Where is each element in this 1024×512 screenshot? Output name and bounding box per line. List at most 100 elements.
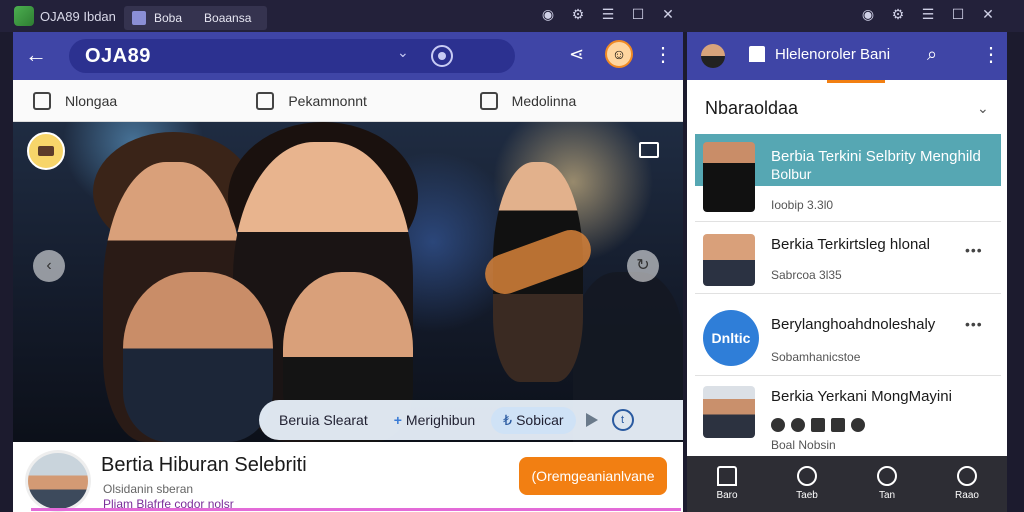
- pin-icon: [957, 466, 977, 486]
- menu-icon[interactable]: ☰: [600, 6, 616, 23]
- person-icon[interactable]: [771, 418, 785, 432]
- clock-icon: [797, 466, 817, 486]
- bottom-nav-item-0[interactable]: Baro: [687, 456, 767, 512]
- cast-icon[interactable]: [639, 142, 659, 158]
- maximize-icon[interactable]: ☐: [630, 6, 646, 23]
- chat-icon: [877, 466, 897, 486]
- home-icon[interactable]: [749, 46, 765, 62]
- menu-icon[interactable]: ☰: [920, 6, 936, 23]
- channel-badge-icon[interactable]: [27, 132, 65, 170]
- chip-0[interactable]: Beruia Slearat: [279, 412, 368, 428]
- section-heading[interactable]: Nbaraoldaa: [705, 98, 798, 119]
- tab-label: Boba: [154, 11, 183, 25]
- circle-icon[interactable]: [851, 418, 865, 432]
- card-title: Berkia Yerkani MongMayini: [771, 388, 952, 405]
- card-title-line2: Bolbur: [771, 166, 812, 182]
- more-dots-icon[interactable]: •••: [965, 242, 983, 258]
- search-icon[interactable]: ⌕: [927, 44, 937, 65]
- next-slide-button[interactable]: ↻: [627, 250, 659, 282]
- nav-item-label: Pekamnonnt: [288, 92, 367, 109]
- share-icon[interactable]: ⋖: [569, 44, 584, 65]
- tab-sublabel: Boaansa: [204, 11, 252, 25]
- nav-item-1[interactable]: Pekamnonnt: [236, 80, 459, 121]
- article-title[interactable]: Bertia Hiburan Selebriti: [101, 454, 307, 477]
- card-title: Berbia Terkini Selbrity Menghild: [771, 148, 981, 165]
- app-logo-icon: [14, 6, 34, 26]
- article-subtitle: Olsidanin sberan: [103, 482, 194, 496]
- nav-item-0[interactable]: Nlongaa: [13, 80, 236, 121]
- more-dots-icon[interactable]: •••: [965, 316, 983, 332]
- bottom-nav-item-3[interactable]: Raao: [927, 456, 1007, 512]
- close-icon[interactable]: ✕: [980, 6, 996, 23]
- settings-icon[interactable]: ⚙: [570, 6, 586, 23]
- news-card[interactable]: Berbia Terkini Selbrity Menghild Bolbur …: [695, 134, 1001, 222]
- card-title: Berkia Terkirtsleg hlonal: [771, 236, 930, 253]
- man-foreground: [123, 272, 273, 442]
- left-app-header: ← OJA89 ⌄ ⋖ ☺ ⋮: [13, 32, 683, 80]
- header-title: OJA89: [85, 44, 151, 67]
- emoji-avatar-icon[interactable]: ☺: [605, 40, 633, 68]
- bookmark-icon: [33, 91, 51, 110]
- subscribe-button[interactable]: (Oremgeanianlvane: [519, 457, 667, 495]
- bottom-nav-item-2[interactable]: Tan: [847, 456, 927, 512]
- app-title: OJA89 Ibdan: [14, 6, 116, 26]
- author-avatar[interactable]: [25, 450, 91, 512]
- card-subtitle: Sabrcoa 3l35: [771, 268, 842, 282]
- square-icon[interactable]: [831, 418, 845, 432]
- square-icon[interactable]: [811, 418, 825, 432]
- tab-favicon-icon: [132, 11, 146, 25]
- right-app-header: Hlelenoroler Bani ⌕ ⋮: [687, 32, 1007, 80]
- news-card[interactable]: Dnltic Berylanghoahdnoleshaly Sobamhanic…: [695, 302, 1001, 376]
- chevron-down-icon[interactable]: ⌄: [397, 44, 409, 61]
- settings-icon[interactable]: ⚙: [890, 6, 906, 23]
- article-info-bar: Bertia Hiburan Selebriti Olsidanin sbera…: [13, 442, 683, 512]
- right-window-controls: ◉ ⚙ ☰ ☐ ✕: [860, 6, 996, 23]
- news-card[interactable]: Berkia Terkirtsleg hlonal Sabrcoa 3l35 •…: [695, 228, 1001, 294]
- more-options-icon[interactable]: ⋮: [653, 42, 673, 67]
- app-name: OJA89 Ibdan: [40, 8, 116, 24]
- user-avatar[interactable]: [701, 44, 725, 68]
- left-window-controls: ◉ ⚙ ☰ ☐ ✕: [540, 6, 676, 23]
- chip-label: Merighibun: [405, 412, 476, 428]
- pen-icon: [256, 91, 275, 110]
- chip-bar: Beruia Slearat + Merighibun ₺ Sobicar t: [259, 400, 683, 440]
- back-arrow-icon[interactable]: ←: [25, 42, 47, 68]
- mic-icon: ₺: [503, 411, 513, 428]
- card-subtitle: Ioobip 3.3l0: [771, 198, 834, 212]
- more-options-icon[interactable]: ⋮: [981, 42, 1001, 67]
- card-title: Berylanghoahdnoleshaly: [771, 316, 936, 333]
- chevron-down-icon[interactable]: ⌄: [977, 100, 989, 117]
- card-logo-thumbnail: Dnltic: [703, 310, 759, 366]
- card-subtitle: Sobamhanicstoe: [771, 350, 861, 364]
- news-card[interactable]: Berkia Yerkani MongMayini Boal Nobsin: [695, 382, 1001, 458]
- browser-tab[interactable]: Boba Boaansa: [124, 6, 267, 30]
- frame-icon: [479, 91, 498, 110]
- chip-label: Sobicar: [516, 411, 564, 428]
- bottom-nav-label: Tan: [878, 490, 896, 501]
- badge-circle-icon[interactable]: t: [611, 409, 634, 431]
- bottom-nav-item-1[interactable]: Taeb: [767, 456, 847, 512]
- play-triangle-icon[interactable]: [585, 413, 598, 427]
- bottom-nav-label: Baro: [716, 490, 738, 501]
- left-nav-bar: Nlongaa Pekamnonnt Medolinna: [13, 80, 683, 122]
- bottom-nav: Baro Taeb Tan Raao: [687, 456, 1007, 512]
- record-icon[interactable]: [791, 418, 805, 432]
- header-accent-bar: [827, 80, 885, 83]
- maximize-icon[interactable]: ☐: [950, 6, 966, 23]
- hero-photo: ‹ ↻ Beruia Slearat + Merighibun ₺ Sobicar …: [13, 122, 683, 442]
- title-search-pill[interactable]: OJA89 ⌄: [69, 39, 515, 73]
- window-titlebar: OJA89 Ibdan Boba Boaansa ◉ ⚙ ☰ ☐ ✕ ◉ ⚙ ☰…: [0, 0, 1024, 32]
- card-subtitle: Boal Nobsin: [771, 438, 836, 452]
- left-app-window: ← OJA89 ⌄ ⋖ ☺ ⋮ Nlongaa Pekamnonnt Medol…: [13, 32, 683, 512]
- close-icon[interactable]: ✕: [660, 6, 676, 23]
- record-icon[interactable]: ◉: [860, 6, 876, 23]
- bottom-nav-label: Taeb: [796, 490, 818, 501]
- prev-slide-button[interactable]: ‹: [33, 250, 65, 282]
- nav-item-2[interactable]: Medolinna: [460, 80, 683, 121]
- chip-2[interactable]: ₺ Sobicar: [491, 406, 576, 434]
- record-icon[interactable]: ◉: [540, 6, 556, 23]
- play-circle-icon[interactable]: [431, 45, 453, 67]
- chip-1[interactable]: + Merighibun: [394, 412, 475, 428]
- right-app-window: Hlelenoroler Bani ⌕ ⋮ Nbaraoldaa ⌄ Berbi…: [687, 32, 1007, 512]
- nav-item-label: Nlongaa: [65, 92, 118, 109]
